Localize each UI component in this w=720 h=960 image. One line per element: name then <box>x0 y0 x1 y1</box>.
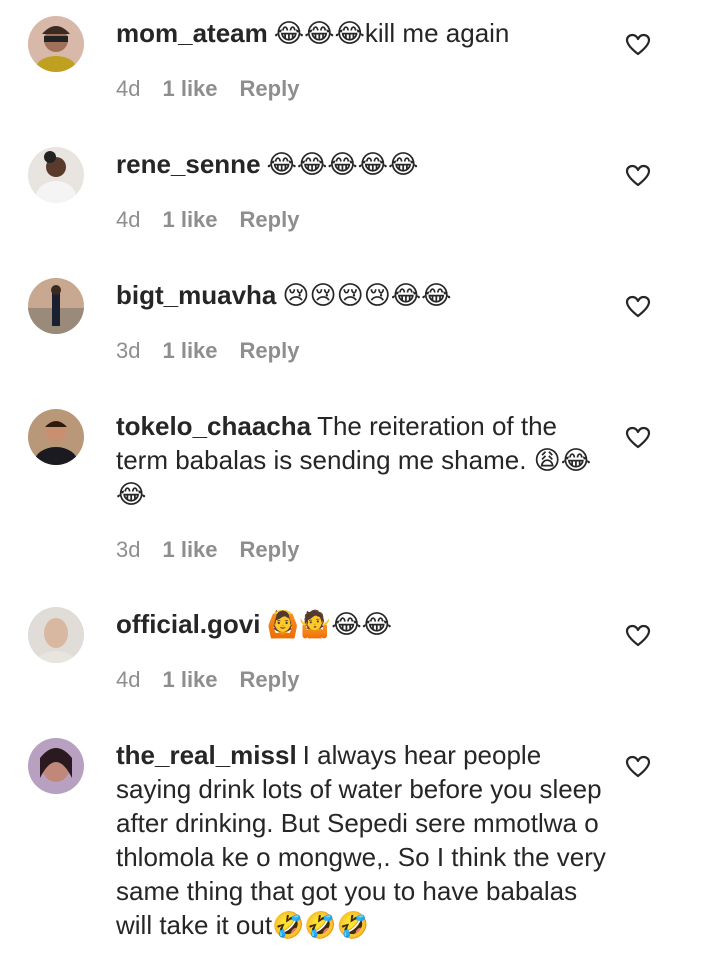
comment-likes[interactable]: 1 like <box>162 537 217 563</box>
comment-time: 4d <box>116 667 141 692</box>
reply-button[interactable]: Reply <box>240 667 300 693</box>
reply-button[interactable]: Reply <box>240 207 300 233</box>
heart-outline-icon[interactable] <box>625 426 651 450</box>
reply-button[interactable]: Reply <box>240 537 300 563</box>
avatar[interactable] <box>28 147 84 203</box>
comment-likes[interactable]: 1 like <box>162 76 217 102</box>
heart-outline-icon[interactable] <box>625 295 651 319</box>
comment-username[interactable]: the_real_missl <box>116 740 297 770</box>
comment-username[interactable]: bigt_muavha <box>116 280 276 310</box>
comment-text: 🙆🤷😂😂 <box>266 609 392 639</box>
heart-outline-icon[interactable] <box>625 33 651 57</box>
avatar[interactable] <box>28 278 84 334</box>
comment-time: 4d <box>116 207 141 232</box>
comment-time: 3d <box>116 338 141 363</box>
heart-outline-icon[interactable] <box>625 755 651 779</box>
heart-outline-icon[interactable] <box>625 624 651 648</box>
comment-likes[interactable]: 1 like <box>162 667 217 693</box>
avatar[interactable] <box>28 738 84 794</box>
comment-username[interactable]: tokelo_chaacha <box>116 411 311 441</box>
comment-text: 😂😂😂😂😂 <box>266 149 419 179</box>
comment-text: 😂😂😂kill me again <box>273 18 510 48</box>
comment-text: I always hear people saying drink lots o… <box>116 740 606 940</box>
avatar[interactable] <box>28 16 84 72</box>
comment-text: 😢😢😢😢😂😂 <box>282 280 452 310</box>
comment-username[interactable]: mom_ateam <box>116 18 268 48</box>
comment-time: 3d <box>116 537 141 562</box>
comment-username[interactable]: rene_senne <box>116 149 261 179</box>
heart-outline-icon[interactable] <box>625 164 651 188</box>
comment-username[interactable]: official.govi <box>116 609 260 639</box>
reply-button[interactable]: Reply <box>240 338 300 364</box>
comment-likes[interactable]: 1 like <box>162 338 217 364</box>
reply-button[interactable]: Reply <box>240 76 300 102</box>
avatar[interactable] <box>28 607 84 663</box>
avatar[interactable] <box>28 409 84 465</box>
comment-time: 4d <box>116 76 141 101</box>
comment-likes[interactable]: 1 like <box>162 207 217 233</box>
